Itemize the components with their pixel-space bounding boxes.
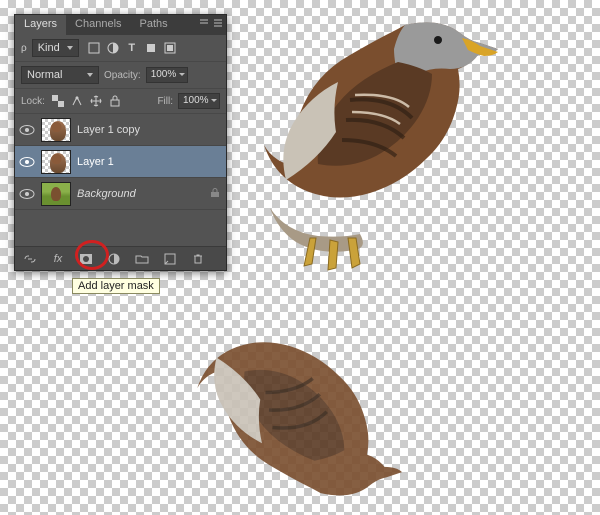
filter-shape-icon[interactable] <box>143 40 159 56</box>
lock-pixels-icon[interactable] <box>69 93 85 109</box>
layer-row[interactable]: Layer 1 <box>15 146 226 178</box>
filter-type-icon[interactable]: T <box>124 40 140 56</box>
lock-label: Lock: <box>21 96 45 107</box>
opacity-label: Opacity: <box>104 70 141 81</box>
layer-name[interactable]: Layer 1 copy <box>77 124 222 136</box>
canvas-reflection-image <box>120 270 460 515</box>
kind-filter-select[interactable]: Kind <box>32 39 79 57</box>
fx-icon[interactable]: fx <box>49 250 67 268</box>
filter-pixel-icon[interactable] <box>86 40 102 56</box>
panel-tabs: Layers Channels Paths <box>15 15 226 35</box>
layer-name[interactable]: Background <box>77 188 204 200</box>
tab-channels[interactable]: Channels <box>66 15 130 35</box>
lock-position-icon[interactable] <box>88 93 104 109</box>
tab-layers[interactable]: Layers <box>15 15 66 35</box>
adjustment-icon[interactable] <box>105 250 123 268</box>
trash-icon[interactable] <box>189 250 207 268</box>
layer-thumbnail[interactable] <box>41 150 71 174</box>
filter-adjust-icon[interactable] <box>105 40 121 56</box>
fill-input[interactable]: 100% <box>178 93 220 109</box>
layers-list: Layer 1 copy Layer 1 Background <box>15 114 226 246</box>
lock-all-icon[interactable] <box>107 93 123 109</box>
collapse-icon[interactable] <box>198 17 210 29</box>
layer-row[interactable]: Layer 1 copy <box>15 114 226 146</box>
filter-row: ρ Kind T <box>15 35 226 62</box>
opacity-input[interactable]: 100% <box>146 67 188 83</box>
visibility-icon[interactable] <box>19 186 35 202</box>
canvas-bird-image <box>230 0 510 280</box>
blend-row: Normal Opacity: 100% <box>15 62 226 89</box>
lock-icon <box>210 188 222 200</box>
visibility-icon[interactable] <box>19 122 35 138</box>
panel-menu-icon[interactable] <box>212 17 224 29</box>
tooltip: Add layer mask <box>72 278 160 294</box>
lock-transparent-icon[interactable] <box>50 93 66 109</box>
layer-name[interactable]: Layer 1 <box>77 156 222 168</box>
tab-paths[interactable]: Paths <box>131 15 177 35</box>
layer-row[interactable]: Background <box>15 178 226 210</box>
link-icon[interactable] <box>21 250 39 268</box>
layer-thumbnail[interactable] <box>41 118 71 142</box>
mask-icon[interactable] <box>77 250 95 268</box>
fill-label: Fill: <box>157 96 173 107</box>
layers-bottom-bar: fx <box>15 246 226 270</box>
visibility-icon[interactable] <box>19 154 35 170</box>
kind-label: ρ <box>21 43 27 54</box>
lock-row: Lock: Fill: 100% <box>15 89 226 114</box>
layer-thumbnail[interactable] <box>41 182 71 206</box>
blend-mode-select[interactable]: Normal <box>21 66 99 84</box>
filter-smart-icon[interactable] <box>162 40 178 56</box>
layers-panel: Layers Channels Paths ρ Kind T Normal Op… <box>14 14 227 271</box>
new-layer-icon[interactable] <box>161 250 179 268</box>
group-icon[interactable] <box>133 250 151 268</box>
